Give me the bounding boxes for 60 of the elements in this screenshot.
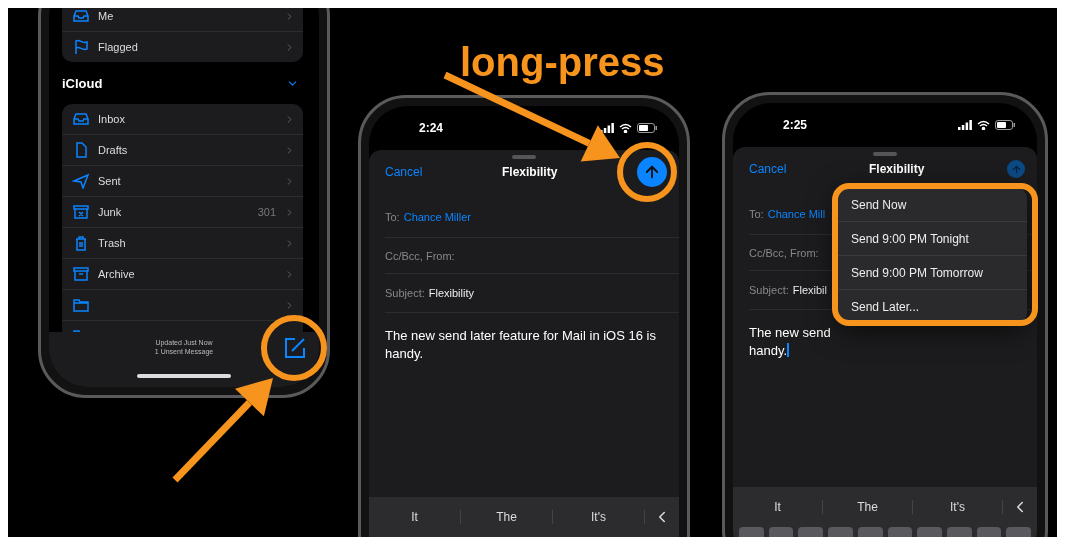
mailbox-row[interactable]: Flagged <box>62 32 303 62</box>
mailbox-row[interactable]: Junk 301 <box>62 197 303 228</box>
cancel-link[interactable]: Cancel <box>749 162 787 176</box>
message-text: The new send <box>749 324 832 342</box>
status-time: 2:25 <box>783 118 808 132</box>
mailbox-label: Trash <box>98 237 126 249</box>
message-text: handy. <box>749 342 791 360</box>
bin-x-icon <box>72 204 90 220</box>
mailbox-label: Inbox <box>98 113 125 125</box>
paper-plane-icon <box>72 173 90 189</box>
sheet-grabber[interactable] <box>873 152 897 156</box>
folder-icon <box>72 297 90 313</box>
menu-item[interactable]: Send 9:00 PM Tomorrow <box>838 256 1027 290</box>
wifi-icon <box>619 123 632 133</box>
compose-icon[interactable] <box>283 336 307 360</box>
tray-icon <box>72 111 90 127</box>
mailbox-label: Junk <box>98 206 122 218</box>
mailbox-row[interactable]: Archive <box>62 259 303 290</box>
archive-box-icon <box>72 266 90 282</box>
arrow-up-icon <box>1010 163 1022 175</box>
battery-icon <box>637 123 657 133</box>
tray-icon <box>72 8 90 24</box>
menu-item[interactable]: Send Later... <box>838 290 1027 323</box>
mailbox-label: Archive <box>98 268 135 280</box>
mailbox-label: Flagged <box>98 41 138 53</box>
mailbox-label: Sent <box>98 175 121 187</box>
send-button[interactable] <box>637 157 667 187</box>
mailbox-row[interactable]: Me <box>62 8 303 32</box>
account-heading: iCloud <box>62 75 103 91</box>
highlight-ring <box>617 142 677 202</box>
suggestion-word[interactable]: It <box>369 510 461 524</box>
subject-field[interactable]: Subject: Flexibility <box>385 274 679 313</box>
status-time: 2:24 <box>419 121 444 135</box>
flag-icon <box>72 39 90 55</box>
highlight-ring <box>261 315 327 381</box>
mailbox-row[interactable]: Sent <box>62 166 303 197</box>
to-field[interactable]: To: Chance Miller <box>385 197 679 238</box>
mailbox-label: Me <box>98 10 114 22</box>
cc-field[interactable]: Cc/Bcc, From: <box>385 238 679 274</box>
battery-icon <box>995 120 1015 130</box>
annotation-label: long-press <box>460 40 665 85</box>
message-text: The new send later feature for Mail in iOS 16 is handy. <box>385 327 657 363</box>
sheet-grabber[interactable] <box>512 155 536 159</box>
suggestion-word[interactable]: It's <box>913 500 1003 514</box>
mailbox-row[interactable]: Trash <box>62 228 303 259</box>
mailbox-row[interactable]: Drafts <box>62 135 303 166</box>
cancel-link[interactable]: Cancel <box>385 165 423 179</box>
compose-title: Flexibility <box>502 165 558 179</box>
suggestion-word[interactable]: It's <box>553 510 645 524</box>
suggestion-word[interactable]: The <box>823 500 913 514</box>
mailbox-row[interactable]: Inbox <box>62 104 303 135</box>
signal-icon <box>958 120 972 130</box>
menu-item[interactable]: Send 9:00 PM Tonight <box>838 222 1027 256</box>
suggestion-word[interactable]: The <box>461 510 553 524</box>
compose-title: Flexibility <box>869 162 925 176</box>
wifi-icon <box>977 120 990 130</box>
suggestion-word[interactable]: It <box>733 500 823 514</box>
mailbox-label: Drafts <box>98 144 128 156</box>
menu-item[interactable]: Send Now <box>838 188 1027 222</box>
unread-count: 301 <box>257 206 276 218</box>
